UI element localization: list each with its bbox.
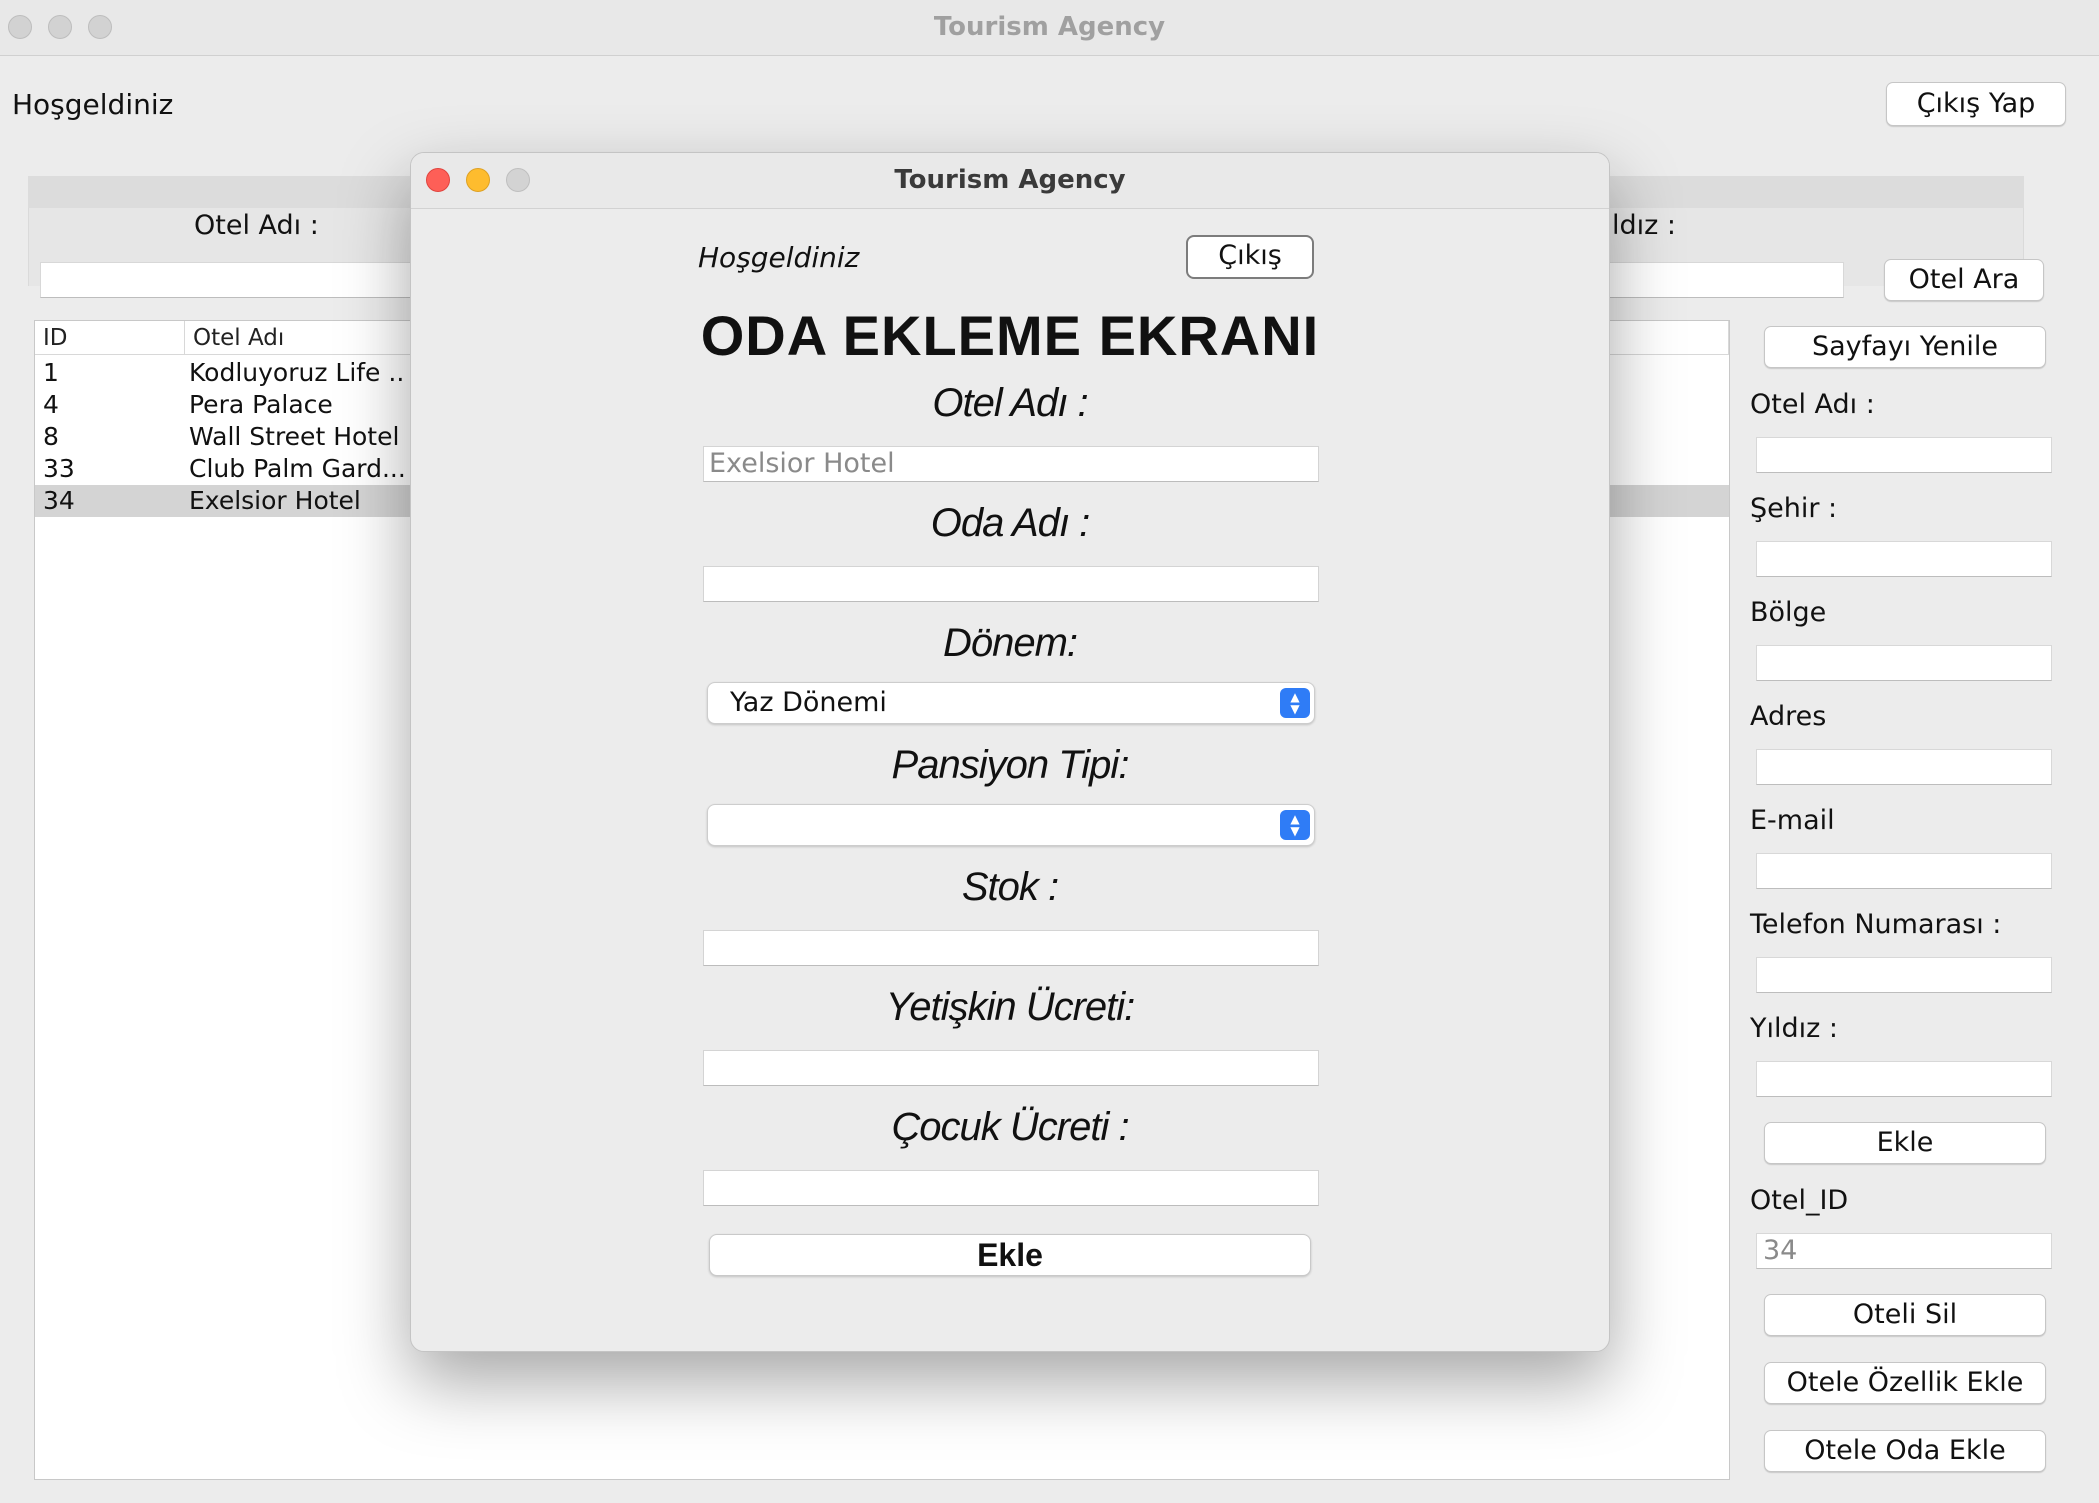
delete-hotel-button[interactable]: Oteli Sil: [1764, 1294, 2046, 1336]
room-hotel-name-label: Otel Adı :: [932, 381, 1088, 425]
region-label: Bölge: [1750, 597, 1827, 628]
column-header-id[interactable]: ID: [35, 321, 185, 355]
dialog-titlebar: Tourism Agency: [411, 153, 1609, 209]
email-input[interactable]: [1756, 853, 2052, 889]
star-label: Yıldız :: [1750, 1013, 1838, 1044]
cell-id: 8: [43, 422, 59, 451]
search-hotel-name-label: Otel Adı :: [194, 210, 319, 241]
star-input[interactable]: [1756, 1061, 2052, 1097]
add-room-button[interactable]: Otele Oda Ekle: [1764, 1430, 2046, 1472]
welcome-label: Hoşgeldiniz: [12, 88, 174, 121]
stock-input[interactable]: [703, 930, 1319, 966]
board-type-label: Pansiyon Tipi:: [891, 743, 1130, 787]
cell-hotel-name: Club Palm Gard...: [189, 454, 405, 483]
room-hotel-name-field: Exelsior Hotel: [703, 446, 1319, 482]
period-select[interactable]: Yaz Dönemi ▲ ▼: [707, 682, 1315, 724]
board-type-select[interactable]: ▲ ▼: [707, 804, 1315, 846]
adult-price-label: Yetişkin Ücreti:: [885, 985, 1136, 1029]
child-price-label: Çocuk Ücreti :: [891, 1105, 1129, 1149]
region-input[interactable]: [1756, 645, 2052, 681]
dialog-welcome-label: Hoşgeldiniz: [698, 241, 860, 274]
cell-id: 4: [43, 390, 59, 419]
room-name-input[interactable]: [703, 566, 1319, 602]
hotel-id-label: Otel_ID: [1750, 1185, 1849, 1216]
cell-id: 1: [43, 358, 59, 387]
city-input[interactable]: [1756, 541, 2052, 577]
address-label: Adres: [1750, 701, 1827, 732]
logout-button[interactable]: Çıkış Yap: [1886, 82, 2066, 126]
room-name-label: Oda Adı :: [930, 501, 1091, 545]
period-select-value: Yaz Dönemi: [730, 687, 887, 718]
search-hotel-name-input[interactable]: [40, 262, 420, 298]
hotel-name-input[interactable]: [1756, 437, 2052, 473]
hotel-id-field: 34: [1756, 1233, 2052, 1269]
city-label: Şehir :: [1750, 493, 1838, 524]
cell-id: 34: [43, 486, 75, 515]
email-label: E-mail: [1750, 805, 1835, 836]
window-title: Tourism Agency: [933, 12, 1166, 42]
add-feature-button[interactable]: Otele Özellik Ekle: [1764, 1362, 2046, 1404]
search-star-input[interactable]: [1600, 262, 1844, 298]
dialog-exit-button[interactable]: Çıkış: [1186, 235, 1314, 279]
add-room-submit-button[interactable]: Ekle: [709, 1234, 1311, 1276]
cell-hotel-name: Kodluyoruz Life ...: [189, 358, 405, 387]
stock-label: Stok :: [961, 865, 1059, 909]
refresh-page-button[interactable]: Sayfayı Yenile: [1764, 326, 2046, 368]
search-star-label: ldız :: [1612, 210, 1676, 241]
chevron-updown-icon: ▲ ▼: [1280, 810, 1310, 840]
hotel-name-label: Otel Adı :: [1750, 389, 1875, 420]
adult-price-input[interactable]: [703, 1050, 1319, 1086]
period-label: Dönem:: [942, 621, 1078, 665]
add-hotel-button[interactable]: Ekle: [1764, 1122, 2046, 1164]
search-hotel-button[interactable]: Otel Ara: [1884, 259, 2044, 301]
dialog-title: Tourism Agency: [894, 165, 1126, 195]
add-room-dialog: Tourism Agency Hoşgeldiniz Çıkış ODA EKL…: [410, 152, 1610, 1352]
main-titlebar: Tourism Agency: [0, 0, 2099, 56]
child-price-input[interactable]: [703, 1170, 1319, 1206]
cell-hotel-name: Wall Street Hotel: [189, 422, 400, 451]
address-input[interactable]: [1756, 749, 2052, 785]
chevron-updown-icon: ▲ ▼: [1280, 688, 1310, 718]
phone-input[interactable]: [1756, 957, 2052, 993]
cell-id: 33: [43, 454, 75, 483]
phone-label: Telefon Numarası :: [1750, 909, 2002, 940]
dialog-heading: ODA EKLEME EKRANI: [700, 304, 1320, 367]
cell-hotel-name: Pera Palace: [189, 390, 333, 419]
cell-hotel-name: Exelsior Hotel: [189, 486, 361, 515]
